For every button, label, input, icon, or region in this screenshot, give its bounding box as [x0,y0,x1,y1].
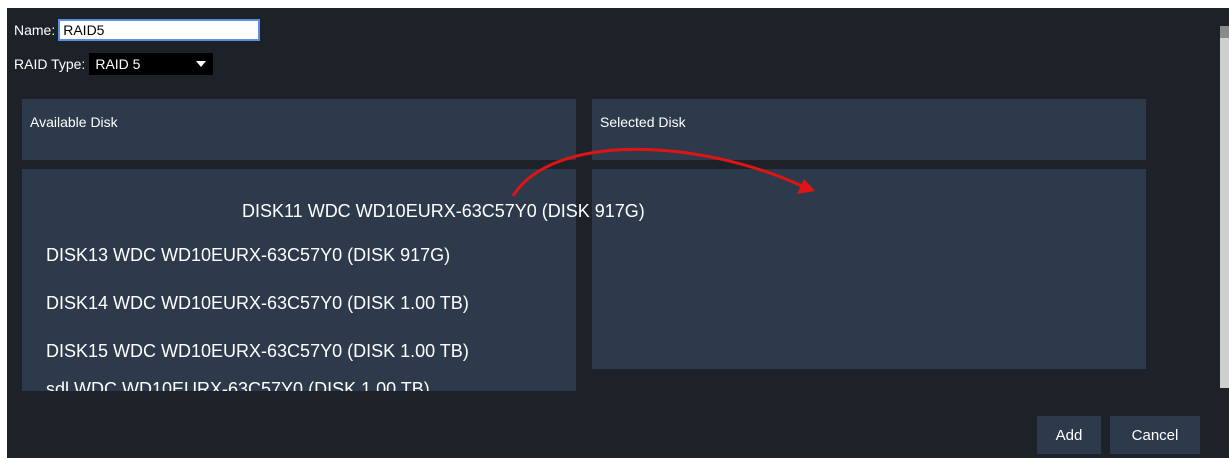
list-item[interactable]: DISK14 WDC WD10EURX-63C57Y0 (DISK 1.00 T… [46,293,469,314]
selected-disk-header: Selected Disk [592,99,1146,160]
available-disk-title: Available Disk [30,114,118,130]
selected-disk-list[interactable] [592,169,1146,369]
cancel-button[interactable]: Cancel [1110,416,1200,454]
available-disk-header: Available Disk [22,99,576,160]
name-row: Name: [14,19,261,41]
selected-disk-title: Selected Disk [600,114,686,130]
raid-type-value: RAID 5 [95,56,141,72]
name-input[interactable] [58,19,261,41]
scrollbar-thumb[interactable] [1220,26,1229,38]
scrollbar[interactable] [1220,26,1229,388]
raid-type-select[interactable]: RAID 5 [89,53,214,75]
caret-down-icon [196,61,207,67]
name-label: Name: [14,22,56,38]
list-item[interactable]: DISK15 WDC WD10EURX-63C57Y0 (DISK 1.00 T… [46,341,469,362]
create-raid-dialog: Name: RAID Type: RAID 5 Available Disk S… [7,8,1229,458]
raid-type-row: RAID Type: RAID 5 [14,53,214,75]
list-item[interactable]: DISK13 WDC WD10EURX-63C57Y0 (DISK 917G) [46,245,450,266]
add-button[interactable]: Add [1037,416,1101,454]
raid-type-label: RAID Type: [14,56,86,72]
dragged-disk-item[interactable]: DISK11 WDC WD10EURX-63C57Y0 (DISK 917G) [242,201,645,222]
list-item[interactable]: sdl WDC WD10EURX-63C57Y0 (DISK 1.00 TB) [46,379,430,391]
